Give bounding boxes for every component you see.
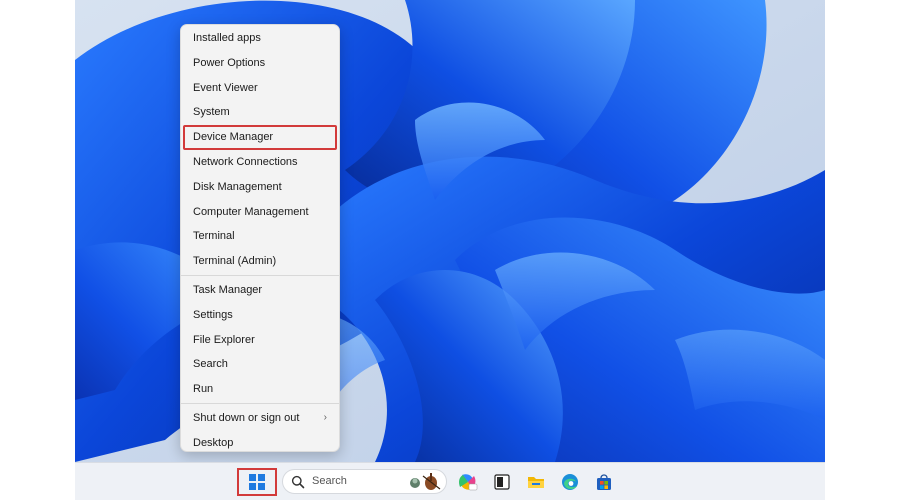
search-highlight-icon: [410, 473, 441, 490]
menu-item-task-manager[interactable]: Task Manager: [181, 278, 339, 303]
menu-item-terminal-admin[interactable]: Terminal (Admin): [181, 249, 339, 274]
search-placeholder: Search: [312, 475, 347, 487]
menu-item-power-options[interactable]: Power Options: [181, 51, 339, 76]
menu-item-terminal[interactable]: Terminal: [181, 224, 339, 249]
menu-item-file-explorer[interactable]: File Explorer: [181, 328, 339, 353]
chevron-right-icon: ›: [323, 411, 327, 423]
search-icon: [291, 475, 305, 489]
menu-item-settings[interactable]: Settings: [181, 303, 339, 328]
menu-item-network-connections[interactable]: Network Connections: [181, 150, 339, 175]
menu-item-event-viewer[interactable]: Event Viewer: [181, 76, 339, 101]
copilot-icon[interactable]: [458, 472, 478, 492]
start-button[interactable]: [237, 468, 277, 496]
menu-separator: [181, 402, 339, 404]
menu-item-device-manager[interactable]: Device Manager: [183, 125, 337, 150]
menu-separator: [181, 274, 339, 276]
taskbar-search-box[interactable]: Search: [282, 469, 447, 494]
menu-item-disk-management[interactable]: Disk Management: [181, 175, 339, 200]
menu-item-computer-management[interactable]: Computer Management: [181, 200, 339, 225]
windows-logo-icon: [249, 474, 265, 490]
menu-item-shut-down-or-sign-out[interactable]: Shut down or sign out ›: [181, 406, 339, 431]
edge-icon[interactable]: [560, 472, 580, 492]
desktop-screen: Installed apps Power Options Event Viewe…: [75, 0, 825, 500]
store-icon[interactable]: [594, 472, 614, 492]
winx-context-menu: Installed apps Power Options Event Viewe…: [180, 24, 340, 452]
menu-item-run[interactable]: Run: [181, 377, 339, 402]
taskbar: Search: [75, 462, 825, 500]
menu-item-desktop[interactable]: Desktop: [181, 431, 339, 456]
menu-item-system[interactable]: System: [181, 100, 339, 125]
menu-item-search[interactable]: Search: [181, 352, 339, 377]
menu-item-label: Shut down or sign out: [193, 411, 300, 424]
file-explorer-icon[interactable]: [526, 472, 546, 492]
task-view-icon[interactable]: [492, 472, 512, 492]
menu-item-installed-apps[interactable]: Installed apps: [181, 26, 339, 51]
